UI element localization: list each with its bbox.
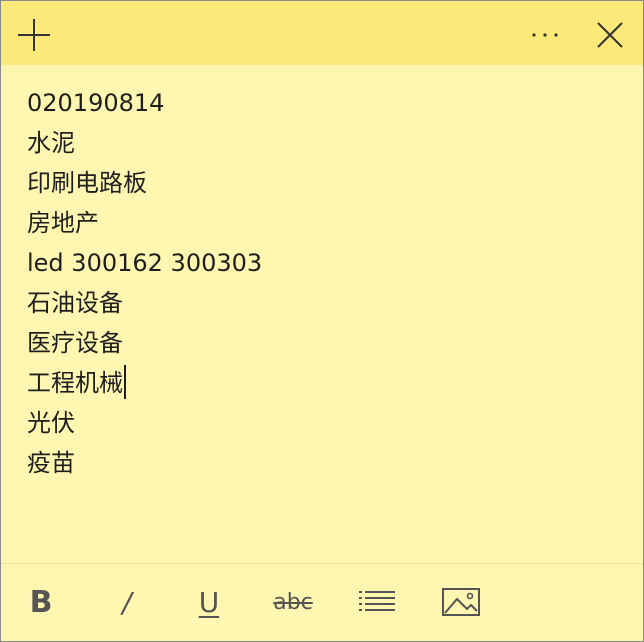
bold-button[interactable]: B (23, 582, 59, 622)
strikethrough-button[interactable]: abc (263, 582, 323, 622)
note-line: 石油设备 (27, 289, 123, 317)
formatting-toolbar: B / U abc (1, 564, 643, 641)
insert-image-button[interactable] (439, 582, 483, 622)
image-icon (442, 588, 480, 616)
close-icon (597, 22, 623, 48)
title-bar (1, 1, 643, 65)
underline-button[interactable]: U (191, 582, 227, 622)
close-button[interactable] (590, 15, 630, 55)
note-line: led 300162 300303 (27, 249, 263, 277)
sticky-note-window: 020190814 水泥 印刷电路板 房地产 led 300162 300303… (0, 0, 644, 642)
more-icon (532, 33, 558, 37)
note-line: 020190814 (27, 89, 165, 117)
note-line: 疫苗 (27, 449, 75, 477)
text-caret (124, 365, 126, 399)
note-line-text: 工程机械 (27, 369, 123, 397)
italic-button[interactable]: / (109, 582, 145, 622)
note-line-with-caret: 工程机械 (27, 363, 627, 403)
bullet-list-button[interactable] (355, 582, 399, 622)
note-line: 水泥 (27, 129, 75, 157)
plus-icon (18, 19, 50, 51)
new-note-button[interactable] (14, 15, 54, 55)
note-text-area[interactable]: 020190814 水泥 印刷电路板 房地产 led 300162 300303… (27, 83, 627, 543)
note-line: 房地产 (27, 209, 99, 237)
bullet-list-icon (359, 591, 395, 611)
more-options-button[interactable] (525, 15, 565, 55)
note-line: 印刷电路板 (27, 169, 147, 197)
note-line: 医疗设备 (27, 329, 123, 357)
note-line: 光伏 (27, 409, 75, 437)
